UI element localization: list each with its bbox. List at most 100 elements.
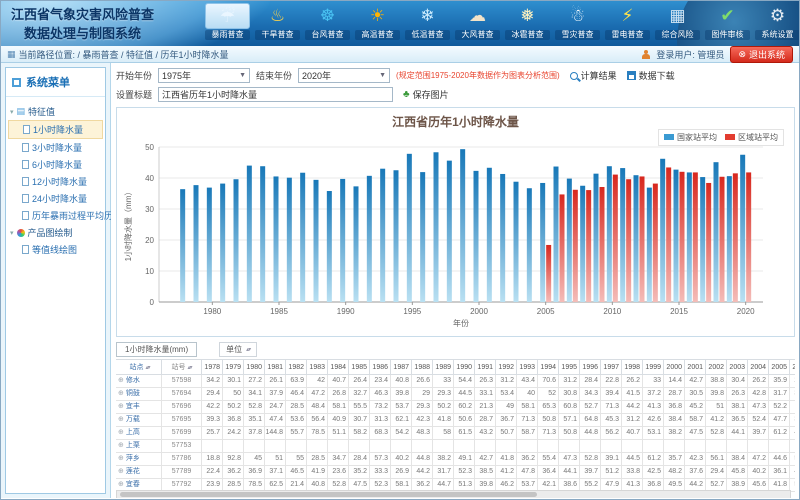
station-name-cell[interactable]: ⊕宜丰 <box>116 401 162 414</box>
col-year-2006[interactable]: 2006 <box>790 359 795 375</box>
toolbar-label: 图件审核 <box>705 30 750 40</box>
expand-icon[interactable]: ⊕ <box>118 403 124 410</box>
horizontal-scrollbar[interactable] <box>116 490 791 498</box>
col-year-1978[interactable]: 1978 <box>202 359 223 375</box>
value-cell: 46.3 <box>370 388 391 401</box>
value-cell: 45.2 <box>685 401 706 414</box>
col-year-1997[interactable]: 1997 <box>601 359 622 375</box>
breadcrumb[interactable]: / 暴雨普查 / 特征值 / 历年1小时降水量 <box>78 48 229 61</box>
col-year-1988[interactable]: 1988 <box>412 359 433 375</box>
station-name-cell[interactable]: ⊕万载 <box>116 414 162 427</box>
save-image-button[interactable]: ♣ 保存图片 <box>403 88 449 101</box>
station-name-cell[interactable]: ⊕上栗 <box>116 440 162 453</box>
scrollbar-thumb[interactable] <box>120 492 537 497</box>
expand-icon[interactable]: ⊕ <box>118 377 124 384</box>
value-cell: 47.3 <box>748 401 769 414</box>
value-cell: 26.8 <box>328 388 349 401</box>
expand-icon[interactable]: ⊕ <box>118 481 124 488</box>
station-name-cell[interactable]: ⊕铜鼓 <box>116 388 162 401</box>
end-year-select[interactable]: 2020年 ▼ <box>298 68 390 83</box>
expand-icon[interactable]: ⊕ <box>118 455 124 462</box>
toolbar-risk-calc-button[interactable]: ▦综合风险 <box>655 3 700 40</box>
col-year-1987[interactable]: 1987 <box>391 359 412 375</box>
col-year-1979[interactable]: 1979 <box>223 359 244 375</box>
value-cell: 23.6 <box>328 466 349 479</box>
col-year-1986[interactable]: 1986 <box>370 359 391 375</box>
sidebar-item-0-5[interactable]: 历年暴雨过程平均历时 <box>8 207 103 224</box>
toolbar-heat-button[interactable]: ☀高温普查 <box>355 3 400 40</box>
sidebar-item-0-3[interactable]: 12小时降水量 <box>8 173 103 190</box>
expand-icon[interactable]: ⊕ <box>118 416 124 423</box>
col-year-2001[interactable]: 2001 <box>685 359 706 375</box>
sidebar-item-0-2[interactable]: 6小时降水量 <box>8 156 103 173</box>
col-year-1995[interactable]: 1995 <box>559 359 580 375</box>
tree-expand-icon[interactable]: ▾ <box>10 229 14 237</box>
col-year-1992[interactable]: 1992 <box>496 359 517 375</box>
col-year-1981[interactable]: 1981 <box>265 359 286 375</box>
station-name-cell[interactable]: ⊕萍乡 <box>116 453 162 466</box>
calc-result-button[interactable]: 计算结果 <box>570 69 617 82</box>
sidebar-item-0-1[interactable]: 3小时降水量 <box>8 139 103 156</box>
value-cell: 92.8 <box>223 453 244 466</box>
col-year-1990[interactable]: 1990 <box>454 359 475 375</box>
sidebar-item-0-0[interactable]: 1小时降水量 <box>8 120 103 139</box>
col-year-1998[interactable]: 1998 <box>622 359 643 375</box>
logout-button[interactable]: ⊗ 退出系统 <box>730 46 793 63</box>
value-cell: 26.3 <box>475 375 496 388</box>
tree-expand-icon[interactable]: ▾ <box>10 108 14 116</box>
expand-icon[interactable]: ⊕ <box>118 468 124 475</box>
sidebar-item-1-0[interactable]: 等值线绘图 <box>8 241 103 258</box>
toolbar-wind-button[interactable]: ☁大风普查 <box>455 3 500 40</box>
toolbar-label: 干旱普查 <box>255 30 300 40</box>
toolbar-drought-button[interactable]: ♨干旱普查 <box>255 3 300 40</box>
col-year-1983[interactable]: 1983 <box>307 359 328 375</box>
toolbar-settings-button[interactable]: ⚙系统设置 <box>755 3 799 40</box>
col-year-1980[interactable]: 1980 <box>244 359 265 375</box>
value-cell: 38.1 <box>727 401 748 414</box>
save-disk-icon <box>627 71 636 80</box>
unit-filter[interactable]: 单位 ▴▾ <box>219 342 257 357</box>
tree-group-0[interactable]: ▾▤特征值 <box>8 103 103 120</box>
value-cell: 37.6 <box>685 466 706 479</box>
expand-icon[interactable]: ⊕ <box>118 442 124 449</box>
station-name-cell[interactable]: ⊕修水 <box>116 375 162 388</box>
value-cell: 31.2 <box>559 375 580 388</box>
col-year-1993[interactable]: 1993 <box>517 359 538 375</box>
col-year-1984[interactable]: 1984 <box>328 359 349 375</box>
toolbar-map-review-button[interactable]: ✔图件审核 <box>705 3 750 40</box>
start-year-select[interactable]: 1975年 ▼ <box>158 68 250 83</box>
value-cell: 50 <box>223 388 244 401</box>
col-year-2004[interactable]: 2004 <box>748 359 769 375</box>
col-year-1996[interactable]: 1996 <box>580 359 601 375</box>
col-station[interactable]: 站点▴▾ <box>116 359 162 375</box>
chart-title-input[interactable] <box>158 87 393 102</box>
toolbar-lightning-button[interactable]: ⚡雷电普查 <box>605 3 650 40</box>
toolbar-cold-button[interactable]: ❄低温普查 <box>405 3 450 40</box>
col-year-1994[interactable]: 1994 <box>538 359 559 375</box>
col-code[interactable]: 站号▴▾ <box>162 359 202 375</box>
value-cell: 23.4 <box>370 375 391 388</box>
data-download-button[interactable]: 数据下载 <box>627 69 675 82</box>
expand-icon[interactable]: ⊕ <box>118 429 124 436</box>
toolbar-snow-button[interactable]: ☃雪灾普查 <box>555 3 600 40</box>
expand-icon[interactable]: ⊕ <box>118 390 124 397</box>
tree-group-1[interactable]: ▾产品图绘制 <box>8 224 103 241</box>
col-year-2002[interactable]: 2002 <box>706 359 727 375</box>
toolbar-rainstorm-button[interactable]: ☔暴雨普查 <box>205 3 250 40</box>
col-year-1991[interactable]: 1991 <box>475 359 496 375</box>
value-cell: 52.3 <box>454 466 475 479</box>
value-cell: 40.9 <box>328 414 349 427</box>
col-year-2003[interactable]: 2003 <box>727 359 748 375</box>
col-year-1982[interactable]: 1982 <box>286 359 307 375</box>
value-cell: 45.3 <box>790 427 795 440</box>
sidebar-item-0-4[interactable]: 24小时降水量 <box>8 190 103 207</box>
toolbar-typhoon-button[interactable]: ☸台风普查 <box>305 3 350 40</box>
col-year-1989[interactable]: 1989 <box>433 359 454 375</box>
station-name-cell[interactable]: ⊕莲花 <box>116 466 162 479</box>
col-year-2005[interactable]: 2005 <box>769 359 790 375</box>
station-name-cell[interactable]: ⊕上高 <box>116 427 162 440</box>
col-year-1985[interactable]: 1985 <box>349 359 370 375</box>
col-year-1999[interactable]: 1999 <box>643 359 664 375</box>
toolbar-hail-button[interactable]: ❅冰雹普查 <box>505 3 550 40</box>
col-year-2000[interactable]: 2000 <box>664 359 685 375</box>
